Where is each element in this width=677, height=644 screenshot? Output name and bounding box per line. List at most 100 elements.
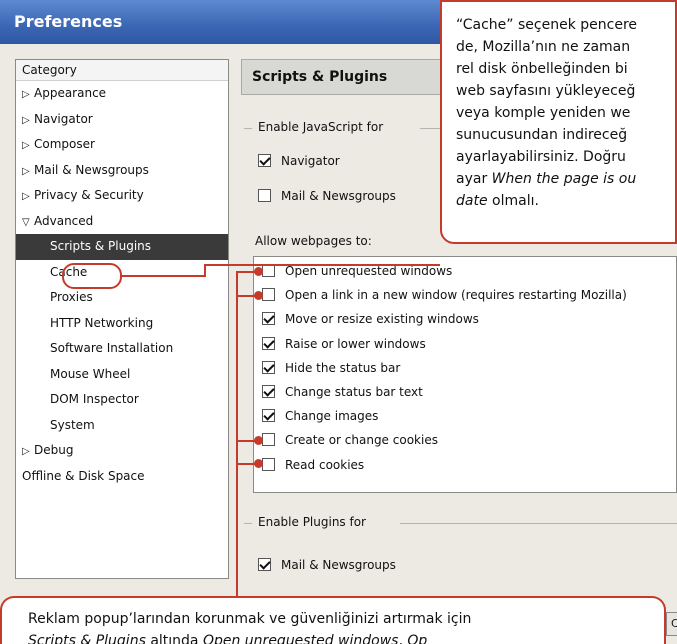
callout-line: Reklam popup’larından korunmak ve güvenl…: [28, 611, 472, 627]
checkbox-label: Open a link in a new window (requires re…: [285, 288, 627, 303]
tree-item[interactable]: Software Installation: [16, 336, 228, 362]
checkbox-label: Mail & Newsgroups: [281, 558, 396, 572]
checkbox-icon[interactable]: [258, 558, 271, 571]
callout-emphasis: When the page is ou: [491, 171, 637, 187]
category-tree[interactable]: Category ▷ Appearance ▷ Navigator ▷ Composer ▷…: [15, 59, 229, 579]
collapsed-twisty-icon[interactable]: ▷: [22, 184, 34, 210]
tree-item[interactable]: ▽ Advanced: [16, 209, 228, 235]
cache-callout: “Cache” seçenek pencere de, Mozilla’nın …: [440, 0, 677, 244]
checkbox-label: Hide the status bar: [285, 360, 401, 375]
plugins-group-title: Enable Plugins for: [253, 515, 371, 529]
tree-item-label: Composer: [34, 137, 95, 151]
tree-item[interactable]: System: [16, 413, 228, 439]
callout-line: web sayfasını yükleyeceğ: [456, 83, 636, 99]
allow-option-checkbox[interactable]: Create or change cookies: [262, 432, 438, 450]
allow-option-checkbox[interactable]: Hide the status bar: [262, 360, 400, 378]
callout-dot: [254, 267, 263, 276]
collapsed-twisty-icon[interactable]: ▷: [22, 439, 34, 465]
collapsed-twisty-icon[interactable]: ▷: [22, 159, 34, 185]
checkbox-label: Change status bar text: [285, 385, 423, 399]
checkbox-label: Move or resize existing windows: [285, 312, 479, 327]
callout-line: ayarlayabilirsiniz. Doğru: [456, 149, 626, 165]
tree-item[interactable]: Proxies: [16, 285, 228, 311]
tree-item-label: Mail & Newsgroups: [34, 162, 149, 177]
callout-dot: [254, 291, 263, 300]
checkbox-label: Raise or lower windows: [285, 336, 426, 351]
category-list: ▷ Appearance ▷ Navigator ▷ Composer ▷ Mail & Ne…: [16, 81, 228, 489]
checkbox-icon[interactable]: [262, 457, 275, 471]
tree-item-label: Debug: [34, 443, 74, 457]
group-border: [244, 523, 252, 524]
js-navigator-checkbox[interactable]: Navigator: [258, 153, 340, 171]
collapsed-twisty-icon[interactable]: ▷: [22, 133, 34, 159]
tree-item-label: Proxies: [50, 290, 93, 304]
callout-dot: [254, 459, 263, 468]
tree-item[interactable]: ▷ Debug: [16, 438, 228, 464]
checkbox-icon[interactable]: [258, 189, 271, 202]
collapsed-twisty-icon[interactable]: ▷: [22, 82, 34, 108]
tree-item-label: Advanced: [34, 213, 94, 228]
expanded-twisty-icon[interactable]: ▽: [22, 210, 34, 236]
tree-item[interactable]: Cache: [16, 260, 228, 286]
tree-item[interactable]: ▷ Composer: [16, 132, 228, 158]
tree-item-label: Mouse Wheel: [50, 366, 131, 381]
tree-item-label: HTTP Networking: [50, 315, 154, 330]
category-header: Category: [16, 60, 228, 81]
tree-item[interactable]: HTTP Networking: [16, 311, 228, 337]
callout-connector: [204, 264, 440, 266]
callout-line: ayar When the page is ou: [456, 168, 675, 190]
tree-item[interactable]: ▷ Privacy & Security: [16, 183, 228, 209]
checkbox-icon[interactable]: [262, 360, 275, 374]
tree-item[interactable]: Scripts & Plugins: [16, 234, 228, 260]
tree-item-label: Privacy & Security: [34, 188, 144, 202]
checkbox-label: Mail & Newsgroups: [281, 189, 396, 203]
allow-option-checkbox[interactable]: Raise or lower windows: [262, 336, 426, 354]
tree-item-label: System: [50, 417, 95, 432]
checkbox-icon[interactable]: [258, 154, 271, 167]
tree-item[interactable]: ▷ Mail & Newsgroups: [16, 158, 228, 184]
callout-line: rel disk önbelleğinden bi: [456, 61, 628, 77]
popup-callout: Reklam popup’larından korunmak ve güvenl…: [0, 596, 666, 644]
callout-connector: [236, 271, 238, 597]
callout-line: Scripts & Plugins altında Open unrequest…: [28, 630, 664, 644]
checkbox-icon[interactable]: [262, 312, 275, 326]
checkbox-icon[interactable]: [262, 433, 275, 447]
js-group-title: Enable JavaScript for: [253, 120, 389, 134]
tree-item-label: DOM Inspector: [50, 392, 139, 406]
tree-item[interactable]: ▷ Navigator: [16, 107, 228, 133]
allow-option-checkbox[interactable]: Change images: [262, 408, 378, 426]
tree-item-label: Scripts & Plugins: [50, 239, 152, 253]
js-mail-checkbox[interactable]: Mail & Newsgroups: [258, 188, 396, 206]
tree-item[interactable]: DOM Inspector: [16, 387, 228, 413]
checkbox-icon[interactable]: [262, 409, 275, 423]
checkbox-label: Create or change cookies: [285, 433, 438, 448]
tree-item[interactable]: Offline & Disk Space: [16, 464, 228, 490]
checkbox-icon[interactable]: [262, 336, 275, 350]
cancel-button[interactable]: Cance: [666, 612, 677, 636]
tree-item[interactable]: Mouse Wheel: [16, 362, 228, 388]
tree-item-label: Appearance: [34, 86, 107, 100]
callout-emphasis: Scripts & Plugins: [28, 633, 146, 644]
checkbox-label: Navigator: [281, 154, 340, 168]
tree-item[interactable]: ▷ Appearance: [16, 81, 228, 107]
callout-emphasis: Op: [407, 633, 428, 644]
collapsed-twisty-icon[interactable]: ▷: [22, 108, 34, 134]
allow-option-checkbox[interactable]: Read cookies: [262, 457, 364, 475]
allow-option-checkbox[interactable]: Move or resize existing windows: [262, 311, 479, 329]
callout-line: sunucusundan indireceğ: [456, 127, 628, 143]
plugins-mail-checkbox[interactable]: Mail & Newsgroups: [258, 557, 396, 575]
callout-text: ayar: [456, 171, 492, 187]
allow-option-checkbox[interactable]: Open a link in a new window (requires re…: [262, 287, 627, 305]
checkbox-label: Change images: [285, 409, 379, 424]
callout-line: de, Mozilla’nın ne zaman: [456, 39, 631, 55]
checkbox-icon[interactable]: [262, 288, 275, 302]
checkbox-label: Read cookies: [285, 457, 365, 472]
callout-line: date olmalı.: [456, 190, 675, 212]
allow-webpages-label: Allow webpages to:: [255, 234, 372, 248]
tree-item-label: Navigator: [34, 111, 93, 126]
callout-connector: [120, 275, 205, 277]
allow-option-checkbox[interactable]: Change status bar text: [262, 384, 423, 402]
group-border: [400, 523, 677, 524]
checkbox-label: Open unrequested windows: [285, 264, 453, 278]
checkbox-icon[interactable]: [262, 385, 275, 398]
